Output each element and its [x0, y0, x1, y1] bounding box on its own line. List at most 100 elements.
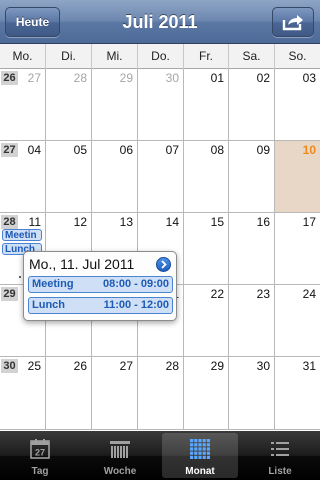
day-number: 26	[73, 359, 87, 373]
day-cell[interactable]: 27	[92, 357, 138, 430]
week-number: 29	[1, 287, 18, 301]
day-number: 24	[302, 287, 316, 301]
day-number: 14	[165, 215, 179, 229]
day-cell[interactable]: 17	[275, 213, 320, 285]
day-cell[interactable]: 05	[46, 141, 92, 213]
tab-week[interactable]: Woche	[82, 433, 158, 478]
tab-list[interactable]: Liste	[242, 433, 318, 478]
weekday-label: Mi.	[92, 44, 138, 69]
day-number: 22	[210, 287, 224, 301]
svg-text:27: 27	[35, 448, 45, 458]
day-number: 08	[210, 143, 224, 157]
day-number: 27	[27, 71, 41, 85]
day-number: 06	[119, 143, 133, 157]
day-cell[interactable]: 26	[46, 357, 92, 430]
cell-event[interactable]: Meetin	[2, 229, 42, 241]
week-number: 27	[1, 143, 18, 157]
day-cell[interactable]: 24	[275, 285, 320, 357]
tab-day[interactable]: 27 Tag	[2, 433, 78, 478]
day-cell[interactable]: 26 27	[0, 69, 46, 141]
weekday-label: Fr.	[184, 44, 229, 69]
day-number: 29	[119, 71, 133, 85]
month-title: Juli 2011	[122, 12, 198, 32]
day-cell[interactable]: 28	[46, 69, 92, 141]
weekday-label: Sa.	[229, 44, 275, 69]
day-number: 02	[256, 71, 270, 85]
list-icon	[271, 442, 289, 456]
day-number: 16	[256, 215, 270, 229]
day-number: 13	[119, 215, 133, 229]
chevron-right-icon	[161, 260, 167, 269]
week-number: 28	[1, 215, 18, 229]
day-number: 29	[210, 359, 224, 373]
day-cell[interactable]: 03	[275, 69, 320, 141]
navigation-bar: Heute Juli 2011	[0, 0, 320, 44]
more-events-dot	[19, 276, 21, 278]
event-name: Lunch	[32, 299, 65, 311]
popover-date: Mo., 11. Jul 2011	[29, 256, 135, 272]
tab-label: Tag	[31, 466, 49, 477]
event-name: Meeting	[32, 278, 74, 290]
day-number: 07	[165, 143, 179, 157]
tab-bar: 27 Tag Woche Monat Liste	[0, 431, 320, 480]
share-button[interactable]	[272, 7, 314, 37]
day-number: 30	[165, 71, 179, 85]
day-number: 25	[27, 359, 41, 373]
week-columns-icon	[110, 441, 130, 458]
day-cell[interactable]: 09	[229, 141, 275, 213]
week-number: 26	[1, 71, 18, 85]
day-cell[interactable]: 29	[92, 69, 138, 141]
day-cell[interactable]: 16	[229, 213, 275, 285]
day-cell[interactable]: 06	[92, 141, 138, 213]
weekday-label: So.	[288, 49, 307, 63]
popover-event-lunch[interactable]: Lunch 11:00 - 12:00	[28, 297, 173, 314]
day-cell[interactable]: 30	[229, 357, 275, 430]
weekday-label: Mo.	[0, 44, 46, 69]
day-number: 12	[73, 215, 87, 229]
event-time: 08:00 - 09:00	[102, 278, 169, 290]
today-button[interactable]: Heute	[5, 7, 60, 37]
day-cell[interactable]: 10	[275, 141, 320, 213]
day-cell[interactable]: 31	[275, 357, 320, 430]
day-number: 17	[302, 215, 316, 229]
day-cell[interactable]: 30	[138, 69, 184, 141]
day-events-popover[interactable]: Mo., 11. Jul 2011 Meeting 08:00 - 09:00 …	[23, 251, 177, 321]
share-icon	[282, 15, 303, 31]
month-grid-icon	[190, 439, 210, 459]
day-number: 28	[73, 71, 87, 85]
day-cell[interactable]: 29	[184, 357, 229, 430]
popover-event-meeting[interactable]: Meeting 08:00 - 09:00	[28, 276, 173, 293]
tab-label: Woche	[103, 466, 137, 477]
day-cell[interactable]: 02	[229, 69, 275, 141]
event-time: 11:00 - 12:00	[103, 299, 169, 311]
day-number: 04	[27, 143, 41, 157]
day-calendar-icon: 27	[30, 439, 50, 459]
day-cell[interactable]: 08	[184, 141, 229, 213]
day-number: 28	[165, 359, 179, 373]
day-number: 15	[210, 215, 224, 229]
month-grid: 26 27 28 29 30 01 02 03 27 04 05 06 07 08 09 10 28 11 Meet…	[0, 69, 320, 430]
day-cell[interactable]: 01	[184, 69, 229, 141]
day-cell[interactable]: 15	[184, 213, 229, 285]
tab-month[interactable]: Monat	[162, 433, 238, 478]
week-number: 30	[1, 359, 18, 373]
day-cell[interactable]: 27 04	[0, 141, 46, 213]
day-number: 31	[302, 359, 316, 373]
weekday-label: Do.	[138, 44, 184, 69]
day-cell[interactable]: 23	[229, 285, 275, 357]
tab-label: Liste	[268, 466, 292, 477]
day-cell[interactable]: 28	[138, 357, 184, 430]
day-number: 09	[256, 143, 270, 157]
weekday-label: Di.	[46, 44, 92, 69]
day-number: 23	[256, 287, 270, 301]
day-cell[interactable]: 30 25	[0, 357, 46, 430]
day-number: 11	[28, 215, 41, 229]
detail-disclosure-button[interactable]	[156, 257, 171, 272]
day-number: 05	[73, 143, 87, 157]
day-number: 03	[302, 71, 316, 85]
day-number: 01	[210, 71, 224, 85]
tab-label: Monat	[185, 466, 215, 477]
day-cell[interactable]: 22	[184, 285, 229, 357]
day-cell[interactable]: 07	[138, 141, 184, 213]
day-number: 30	[256, 359, 270, 373]
